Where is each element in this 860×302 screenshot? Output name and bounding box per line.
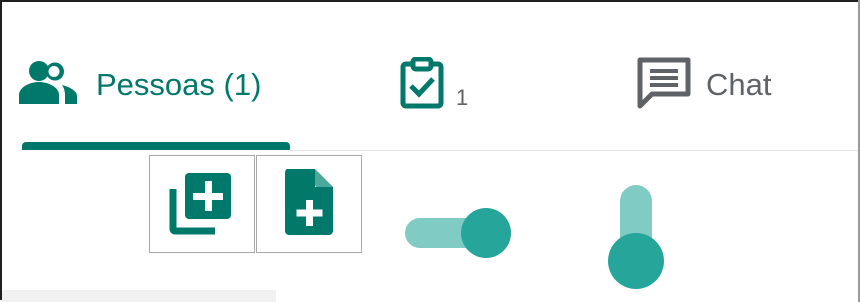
tab-chat[interactable]: Chat [636, 40, 771, 130]
bottom-panel-strip [2, 290, 276, 302]
tab-tasks-count: 1 [456, 85, 469, 110]
task-checklist-icon [400, 56, 444, 114]
vertical-toggle[interactable] [606, 185, 666, 291]
add-document-icon [283, 167, 335, 242]
vertical-toggle-thumb[interactable] [608, 233, 664, 289]
add-to-collection-icon [167, 167, 237, 242]
horizontal-toggle[interactable] [405, 208, 511, 258]
active-tab-indicator [22, 142, 290, 150]
tab-bar: Pessoas (1) 1 Chat [0, 0, 860, 152]
tab-divider [290, 150, 858, 151]
add-multiple-button[interactable] [149, 155, 255, 253]
tab-people[interactable]: Pessoas (1) [18, 40, 261, 130]
horizontal-toggle-thumb[interactable] [461, 208, 511, 258]
tab-people-label: Pessoas (1) [96, 67, 262, 102]
tab-chat-label: Chat [706, 67, 772, 102]
tab-tasks[interactable]: 1 [400, 40, 468, 130]
add-file-button[interactable] [256, 155, 362, 253]
people-icon [18, 60, 80, 111]
chat-icon [636, 56, 692, 115]
